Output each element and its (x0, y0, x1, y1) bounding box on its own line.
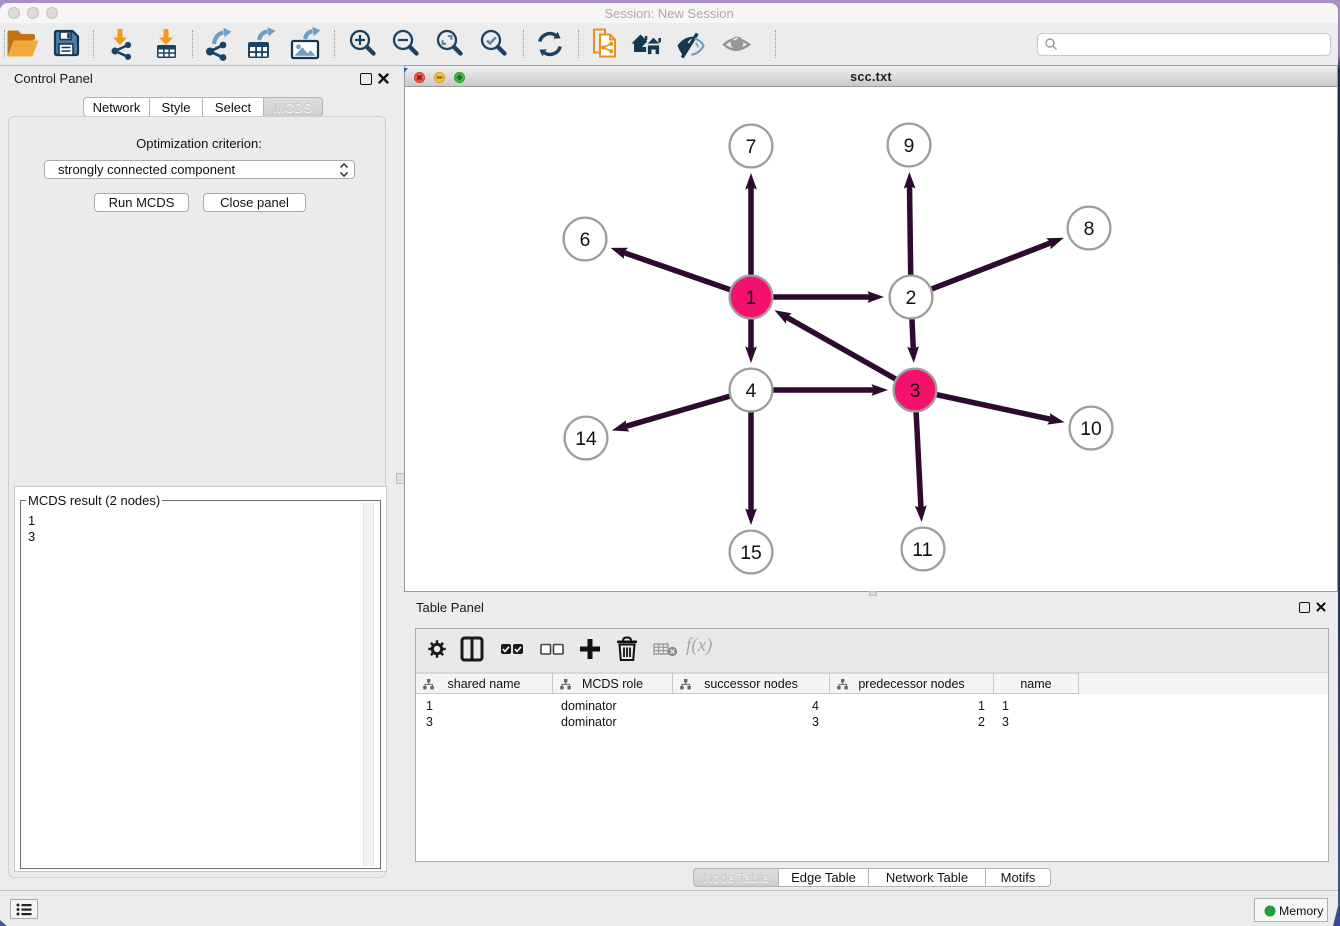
svg-text:8: 8 (1084, 219, 1095, 240)
svg-text:15: 15 (740, 543, 761, 564)
svg-text:3: 3 (910, 381, 921, 402)
svg-text:7: 7 (746, 137, 757, 158)
svg-text:2: 2 (906, 288, 917, 309)
svg-text:9: 9 (904, 136, 915, 157)
svg-text:1: 1 (746, 288, 757, 309)
svg-text:4: 4 (746, 381, 757, 402)
svg-text:6: 6 (580, 230, 591, 251)
svg-text:14: 14 (575, 429, 597, 450)
svg-text:11: 11 (912, 540, 932, 561)
svg-text:10: 10 (1080, 419, 1101, 440)
